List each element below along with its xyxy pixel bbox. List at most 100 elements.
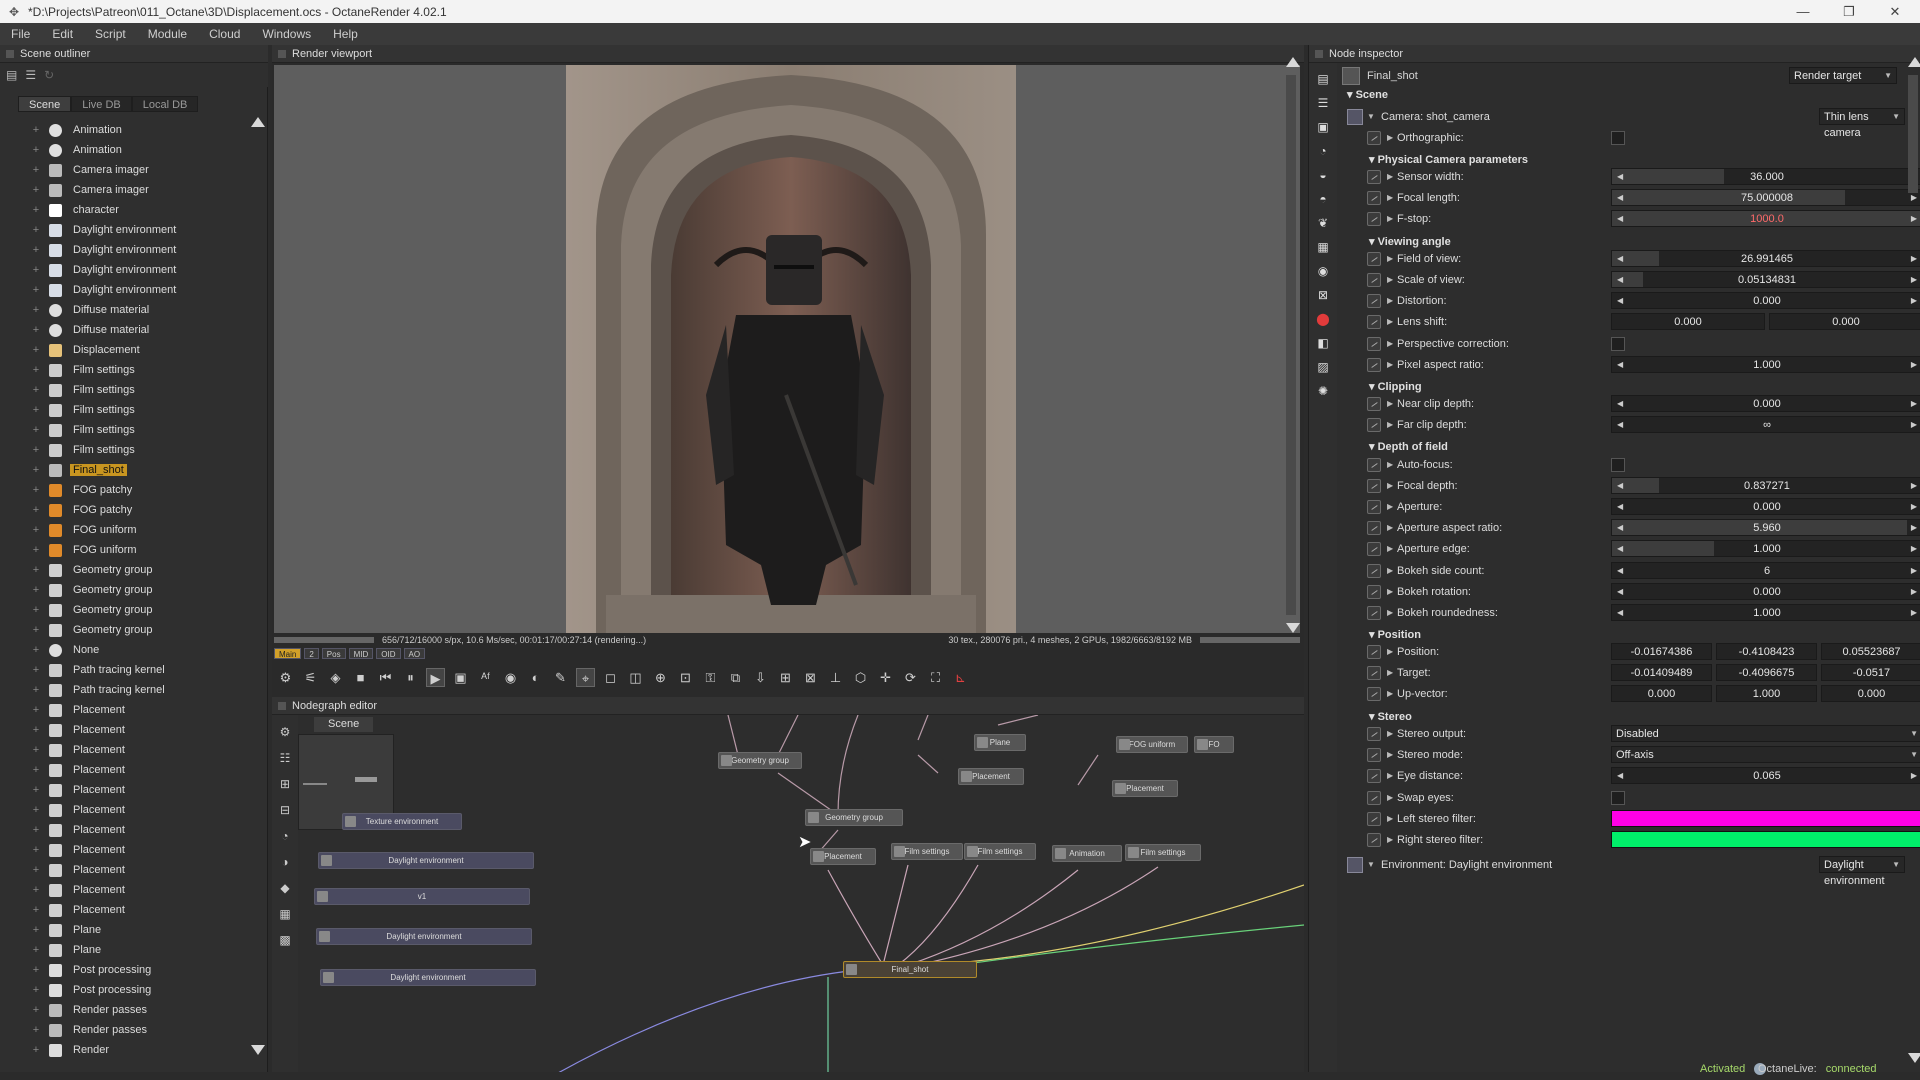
up-vector-x-field[interactable]: 0.000 bbox=[1611, 685, 1712, 702]
panel-grip-icon[interactable] bbox=[1315, 49, 1323, 58]
minimize-button[interactable]: — bbox=[1780, 0, 1826, 23]
camera-picker-icon[interactable]: ◫ bbox=[626, 668, 645, 687]
pin-icon[interactable] bbox=[1367, 644, 1381, 659]
material-picker-icon[interactable]: ✎ bbox=[551, 668, 570, 687]
outliner-item[interactable]: + FOG uniform bbox=[0, 540, 250, 560]
auto-focus-checkbox[interactable] bbox=[1611, 457, 1625, 472]
expand-all-icon[interactable]: ▤ bbox=[6, 68, 17, 82]
lens-shift-x-field[interactable]: 0.000 bbox=[1611, 313, 1765, 330]
pin-icon[interactable] bbox=[1367, 686, 1381, 701]
color-picker-icon[interactable]: ◉ bbox=[501, 668, 520, 687]
position-x-field[interactable]: -0.01674386 bbox=[1611, 643, 1712, 660]
node-type-dropdown[interactable]: Daylight environment ▼ bbox=[1819, 856, 1905, 887]
texture-node-icon[interactable]: ◑ bbox=[276, 853, 294, 871]
pin-icon[interactable] bbox=[1367, 605, 1381, 620]
node-type-dropdown[interactable]: Render target ▼ bbox=[1789, 67, 1897, 84]
tab-live-db[interactable]: Live DB bbox=[71, 96, 132, 112]
outliner-item[interactable]: + Placement bbox=[0, 820, 250, 840]
pin-icon[interactable] bbox=[1367, 790, 1381, 805]
node-placement-2[interactable]: Placement bbox=[958, 768, 1024, 785]
stereo-mode-dropdown[interactable]: Off-axis ▼ bbox=[1611, 746, 1920, 763]
pixel-aspect-slider[interactable]: ◀ 1.000 ▶ bbox=[1611, 356, 1920, 373]
save-icon[interactable]: ⊞ bbox=[776, 668, 795, 687]
expand-triangle-icon[interactable]: ▶ bbox=[1387, 360, 1393, 369]
pin-icon[interactable] bbox=[1367, 357, 1381, 372]
white-balance-icon[interactable]: ◐ bbox=[526, 668, 545, 687]
pin-icon[interactable] bbox=[1367, 169, 1381, 184]
node-geometry-group-1[interactable]: Geometry group bbox=[718, 752, 802, 769]
increment-arrow-icon[interactable]: ▶ bbox=[1911, 499, 1917, 515]
outliner-item[interactable]: + FOG patchy bbox=[0, 480, 250, 500]
pin-icon[interactable] bbox=[1367, 747, 1381, 762]
expand-plus-icon[interactable]: + bbox=[29, 444, 43, 456]
expand-plus-icon[interactable]: + bbox=[29, 344, 43, 356]
outliner-item[interactable]: + Placement bbox=[0, 780, 250, 800]
expand-plus-icon[interactable]: + bbox=[29, 844, 43, 856]
inspector-scroll-up[interactable] bbox=[1908, 57, 1920, 67]
pin-icon[interactable] bbox=[1367, 563, 1381, 578]
expand-triangle-icon[interactable]: ▶ bbox=[1387, 172, 1393, 181]
node-fog-partial[interactable]: FO bbox=[1194, 736, 1234, 753]
pause-icon[interactable]: ⏸ bbox=[401, 668, 420, 687]
increment-arrow-icon[interactable]: ▶ bbox=[1911, 272, 1917, 288]
expand-triangle-icon[interactable]: ▶ bbox=[1387, 502, 1393, 511]
fullscreen-icon[interactable]: ⛶ bbox=[926, 668, 945, 687]
viewport-scroll-down[interactable] bbox=[1286, 623, 1300, 633]
outliner-item[interactable]: + Placement bbox=[0, 700, 250, 720]
pin-icon[interactable] bbox=[1367, 314, 1381, 329]
outliner-item[interactable]: + Camera imager bbox=[0, 180, 250, 200]
film-icon[interactable]: ▦ bbox=[1315, 239, 1331, 255]
pin-icon[interactable] bbox=[1367, 520, 1381, 535]
tab-scene[interactable]: Scene bbox=[18, 96, 72, 112]
compare-icon[interactable]: ⊠ bbox=[801, 668, 820, 687]
physical-camera-section-label[interactable]: ▾ Physical Camera parameters bbox=[1369, 153, 1528, 166]
expand-triangle-icon[interactable]: ▶ bbox=[1387, 729, 1393, 738]
outliner-item[interactable]: + Path tracing kernel bbox=[0, 660, 250, 680]
group-icon[interactable]: ⊞ bbox=[276, 775, 294, 793]
play-icon[interactable]: ▶ bbox=[426, 667, 445, 687]
expand-triangle-icon[interactable]: ▶ bbox=[1387, 254, 1393, 263]
record-icon[interactable]: ⬤ bbox=[1315, 311, 1331, 327]
outliner-item[interactable]: + Daylight environment bbox=[0, 220, 250, 240]
increment-arrow-icon[interactable]: ▶ bbox=[1911, 768, 1917, 784]
clay-icon[interactable]: ⊥ bbox=[826, 668, 845, 687]
outliner-item[interactable]: + Camera imager bbox=[0, 160, 250, 180]
expand-plus-icon[interactable]: + bbox=[29, 404, 43, 416]
outliner-item[interactable]: + Diffuse material bbox=[0, 300, 250, 320]
expand-plus-icon[interactable]: + bbox=[29, 264, 43, 276]
outliner-item[interactable]: + Film settings bbox=[0, 400, 250, 420]
orthographic-checkbox[interactable] bbox=[1611, 130, 1625, 145]
expand-triangle-icon[interactable]: ▶ bbox=[1387, 133, 1393, 142]
bokeh-rotation-slider[interactable]: ◀ 0.000 ▶ bbox=[1611, 583, 1920, 600]
expand-triangle-icon[interactable]: ▶ bbox=[1387, 793, 1393, 802]
camera-icon[interactable]: ◔ bbox=[1315, 143, 1331, 159]
increment-arrow-icon[interactable]: ▶ bbox=[1911, 211, 1917, 227]
chip-pos[interactable]: Pos bbox=[321, 648, 346, 659]
viewport-scrollbar[interactable] bbox=[1286, 75, 1296, 615]
distortion-slider[interactable]: ◀ 0.000 ▶ bbox=[1611, 292, 1920, 309]
outliner-item[interactable]: + Daylight environment bbox=[0, 280, 250, 300]
expand-plus-icon[interactable]: + bbox=[29, 924, 43, 936]
visible-environment-icon[interactable]: ◓ bbox=[1315, 191, 1331, 207]
expand-triangle-icon[interactable]: ▶ bbox=[1387, 835, 1393, 844]
chip-ao[interactable]: AO bbox=[403, 648, 426, 659]
expand-triangle-icon[interactable]: ▶ bbox=[1387, 296, 1393, 305]
expand-triangle-icon[interactable]: ▶ bbox=[1387, 481, 1393, 490]
aperture-edge-slider[interactable]: ◀ 1.000 ▶ bbox=[1611, 540, 1920, 557]
paint-icon[interactable]: ❦ bbox=[1315, 215, 1331, 231]
scale-of-view-slider[interactable]: ◀ 0.05134831 ▶ bbox=[1611, 271, 1920, 288]
outliner-item[interactable]: + Placement bbox=[0, 860, 250, 880]
bokeh-side-slider[interactable]: ◀ 6 ▶ bbox=[1611, 562, 1920, 579]
panel-grip-icon[interactable] bbox=[278, 49, 286, 58]
increment-arrow-icon[interactable]: ▶ bbox=[1911, 563, 1917, 579]
increment-arrow-icon[interactable]: ▶ bbox=[1911, 293, 1917, 309]
scroll-down-button[interactable] bbox=[251, 1045, 265, 1055]
move-icon[interactable]: ✛ bbox=[876, 668, 895, 687]
geometry-node-icon[interactable]: ◆ bbox=[276, 879, 294, 897]
fit-icon[interactable]: ⊡ bbox=[676, 668, 695, 687]
outliner-item[interactable]: + Placement bbox=[0, 900, 250, 920]
aperture-slider[interactable]: ◀ 0.000 ▶ bbox=[1611, 498, 1920, 515]
pin-icon[interactable] bbox=[1367, 272, 1381, 287]
menu-file[interactable]: File bbox=[0, 27, 41, 41]
outliner-item[interactable]: + FOG patchy bbox=[0, 500, 250, 520]
